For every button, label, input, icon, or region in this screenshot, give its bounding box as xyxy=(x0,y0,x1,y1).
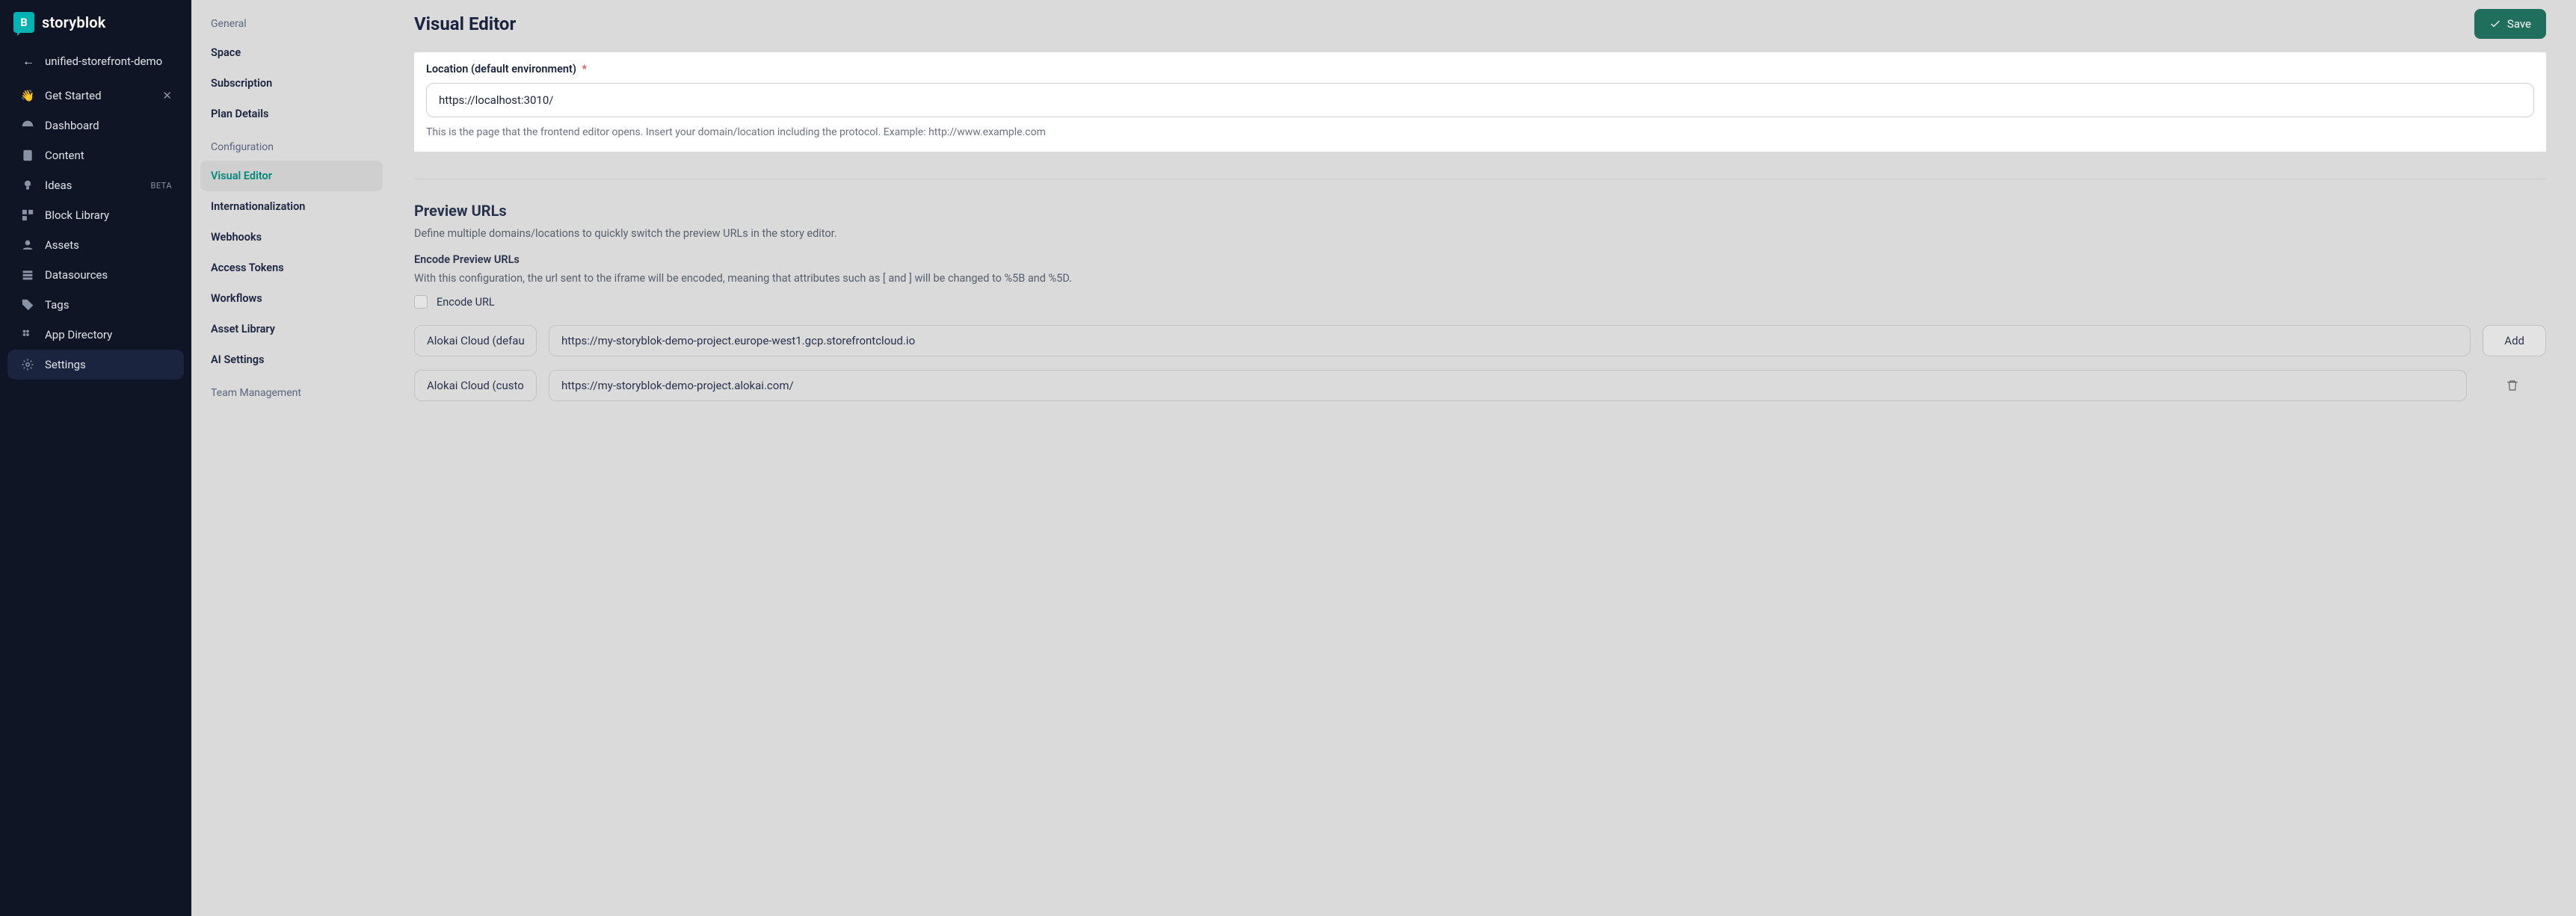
settings-item-access-tokens[interactable]: Access Tokens xyxy=(200,253,383,283)
arrow-left-icon: ← xyxy=(22,54,34,69)
user-icon xyxy=(21,238,34,252)
nav-get-started[interactable]: 👋 Get Started ✕ xyxy=(7,81,184,111)
nav-label: Datasources xyxy=(45,268,108,282)
check-icon xyxy=(2489,18,2501,30)
preview-name-input-0[interactable] xyxy=(414,325,537,356)
back-label: unified-storefront-demo xyxy=(45,55,162,68)
nav-assets[interactable]: Assets xyxy=(7,230,184,260)
preview-title: Preview URLs xyxy=(414,202,2546,220)
nav-settings[interactable]: Settings xyxy=(7,350,184,380)
settings-sidebar: General Space Subscription Plan Details … xyxy=(191,0,392,916)
required-mark: * xyxy=(582,63,588,75)
list-icon xyxy=(21,268,34,282)
group-team-management: Team Management xyxy=(200,380,383,406)
settings-item-asset-library[interactable]: Asset Library xyxy=(200,314,383,344)
encode-help: With this configuration, the url sent to… xyxy=(414,272,2546,285)
wave-icon: 👋 xyxy=(21,89,34,102)
nav-label: Ideas xyxy=(45,179,72,192)
group-configuration: Configuration xyxy=(200,134,383,161)
gear-icon xyxy=(21,358,34,371)
grid-icon xyxy=(21,328,34,341)
preview-subtitle: Define multiple domains/locations to qui… xyxy=(414,227,2546,240)
settings-item-ai-settings[interactable]: AI Settings xyxy=(200,344,383,375)
encode-label: Encode Preview URLs xyxy=(414,253,2546,266)
nav-label: Assets xyxy=(45,238,79,252)
trash-icon xyxy=(2506,379,2519,392)
preview-url-input-1[interactable] xyxy=(549,370,2467,401)
settings-item-plan-details[interactable]: Plan Details xyxy=(200,99,383,129)
settings-item-space[interactable]: Space xyxy=(200,37,383,68)
add-preview-url-button[interactable]: Add xyxy=(2483,325,2546,356)
location-label: Location (default environment) * xyxy=(426,63,2534,75)
nav-app-directory[interactable]: App Directory xyxy=(7,320,184,350)
document-icon xyxy=(21,149,34,162)
gauge-icon xyxy=(21,119,34,132)
encode-url-checkbox-label: Encode URL xyxy=(437,296,495,309)
tag-icon xyxy=(21,298,34,312)
nav-tags[interactable]: Tags xyxy=(7,290,184,320)
preview-name-input-1[interactable] xyxy=(414,370,537,401)
nav-content[interactable]: Content xyxy=(7,140,184,170)
beta-badge: BETA xyxy=(150,181,172,191)
preview-url-row: Add xyxy=(414,325,2546,356)
group-general: General xyxy=(200,10,383,37)
settings-item-visual-editor[interactable]: Visual Editor xyxy=(200,161,383,191)
preview-url-row xyxy=(414,370,2546,401)
preview-url-input-0[interactable] xyxy=(549,325,2471,356)
nav-block-library[interactable]: Block Library xyxy=(7,200,184,230)
nav-label: Settings xyxy=(45,358,86,371)
nav-label: Content xyxy=(45,149,84,162)
nav-datasources[interactable]: Datasources xyxy=(7,260,184,290)
settings-item-webhooks[interactable]: Webhooks xyxy=(200,222,383,253)
bulb-icon xyxy=(21,179,34,192)
primary-sidebar: B storyblok ← unified-storefront-demo 👋 … xyxy=(0,0,191,916)
settings-item-internationalization[interactable]: Internationalization xyxy=(200,191,383,222)
location-section: Location (default environment) * This is… xyxy=(414,52,2546,152)
encode-url-checkbox[interactable] xyxy=(414,295,428,309)
nav-label: App Directory xyxy=(45,328,112,341)
close-icon[interactable]: ✕ xyxy=(162,89,172,102)
nav-label: Tags xyxy=(45,298,69,312)
primary-nav: 👋 Get Started ✕ Dashboard Content Ideas … xyxy=(0,78,191,383)
location-help: This is the page that the frontend edito… xyxy=(426,126,2534,138)
back-to-space[interactable]: ← unified-storefront-demo xyxy=(0,46,191,78)
nav-dashboard[interactable]: Dashboard xyxy=(7,111,184,140)
brand-mark-icon: B xyxy=(13,12,34,33)
nav-ideas[interactable]: Ideas BETA xyxy=(7,170,184,200)
main-content: Visual Editor Save Location (default env… xyxy=(392,0,2576,916)
nav-label: Get Started xyxy=(45,89,102,102)
nav-label: Dashboard xyxy=(45,119,99,132)
brand-logo[interactable]: B storyblok xyxy=(0,7,191,46)
location-input[interactable] xyxy=(426,83,2534,117)
save-label: Save xyxy=(2507,17,2531,31)
brand-name: storyblok xyxy=(42,13,106,31)
blocks-icon xyxy=(21,208,34,222)
page-title: Visual Editor xyxy=(414,13,516,34)
preview-urls-section: Preview URLs Define multiple domains/loc… xyxy=(414,202,2546,401)
settings-item-subscription[interactable]: Subscription xyxy=(200,68,383,99)
delete-preview-url-button[interactable] xyxy=(2479,379,2546,392)
settings-item-workflows[interactable]: Workflows xyxy=(200,283,383,314)
nav-label: Block Library xyxy=(45,208,109,222)
save-button[interactable]: Save xyxy=(2474,9,2546,39)
